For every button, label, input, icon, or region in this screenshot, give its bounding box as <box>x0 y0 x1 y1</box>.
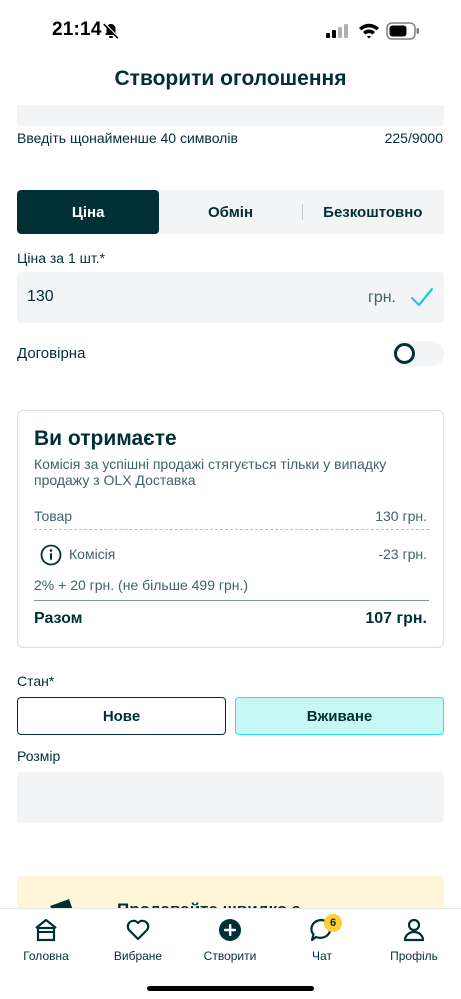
receive-summary-card: Ви отримаєте Комісія за успішні продажі … <box>17 410 444 648</box>
nav-home[interactable]: Головна <box>6 917 86 973</box>
heart-icon <box>126 919 150 941</box>
total-label: Разом <box>34 610 83 627</box>
battery-icon <box>386 22 419 40</box>
condition-used-button[interactable]: Вживане <box>235 697 444 735</box>
plus-circle-icon <box>219 919 241 941</box>
signal-icon <box>326 24 348 38</box>
nav-home-label: Головна <box>23 949 69 963</box>
condition-new-button[interactable]: Нове <box>17 697 226 735</box>
description-hint: Введіть щонайменше 40 символів <box>17 130 238 146</box>
size-input[interactable] <box>17 772 444 823</box>
negotiable-toggle[interactable] <box>392 341 444 366</box>
nav-favorites-label: Вибране <box>113 949 163 963</box>
receive-note: Комісія за успішні продажі стягується ті… <box>34 456 387 488</box>
price-label: Ціна за 1 шт.* <box>17 250 106 266</box>
total-divider <box>34 600 429 601</box>
tab-divider <box>301 204 303 220</box>
home-indicator[interactable] <box>147 986 314 991</box>
nav-chat[interactable]: 6 Чат <box>282 914 362 973</box>
chat-badge: 6 <box>324 914 342 932</box>
nav-profile-label: Профіль <box>390 949 438 963</box>
wifi-icon <box>359 23 379 39</box>
description-counter: 225/9000 <box>384 130 443 146</box>
receive-title: Ви отримаєте <box>34 427 177 450</box>
tab-exchange-label: Обмін <box>207 203 254 221</box>
item-label: Товар <box>34 508 73 524</box>
price-value: 130 <box>27 288 54 305</box>
commission-label: Комісія <box>69 546 116 562</box>
commission-rule: 2% + 20 грн. (не більше 499 грн.) <box>34 577 249 593</box>
size-label: Розмір <box>17 748 61 764</box>
tab-price[interactable]: Ціна <box>17 190 160 234</box>
tab-free[interactable]: Безкоштовно <box>301 190 444 234</box>
tab-exchange[interactable]: Обмін <box>159 190 301 234</box>
dashed-divider <box>34 529 429 530</box>
status-bar: 21:14 <box>0 0 461 60</box>
price-input[interactable]: 130 грн. <box>17 272 444 323</box>
toggle-knob <box>394 343 415 364</box>
price-currency: грн. <box>367 289 396 306</box>
description-field[interactable] <box>17 105 444 126</box>
item-value: 130 грн. <box>375 508 427 524</box>
info-icon[interactable] <box>40 544 62 566</box>
price-type-tabs: Ціна Обмін Безкоштовно <box>17 190 444 234</box>
nav-create[interactable]: Створити <box>190 917 270 973</box>
nav-profile[interactable]: Профіль <box>374 917 454 973</box>
total-value: 107 грн. <box>365 610 427 627</box>
bell-off-icon <box>103 22 120 39</box>
profile-icon <box>403 918 425 942</box>
negotiable-label: Договірна <box>17 345 86 362</box>
nav-create-label: Створити <box>203 949 257 963</box>
page-title: Створити оголошення <box>114 67 347 90</box>
nav-favorites[interactable]: Вибране <box>98 917 178 973</box>
status-time: 21:14 <box>52 19 102 40</box>
condition-label: Стан* <box>17 673 55 689</box>
check-icon <box>410 287 434 307</box>
tab-free-label: Безкоштовно <box>323 203 423 221</box>
home-icon <box>35 918 57 942</box>
commission-value: -23 грн. <box>378 546 427 562</box>
nav-chat-label: Чат <box>312 949 332 963</box>
